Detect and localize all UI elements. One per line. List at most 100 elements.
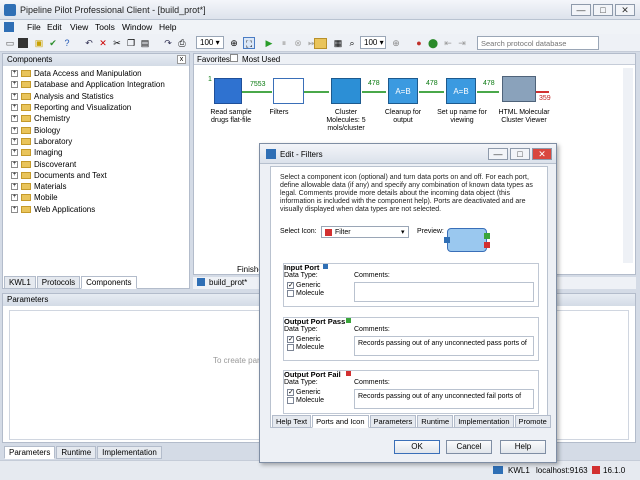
run-icon[interactable]: ▶: [263, 37, 275, 49]
tree-item[interactable]: + Imaging: [3, 147, 189, 158]
tree-item[interactable]: + Mobile: [3, 192, 189, 203]
pause-icon[interactable]: ⏸: [278, 37, 290, 49]
dialog-maximize-button[interactable]: □: [510, 148, 530, 160]
setup-name-node-icon[interactable]: A=B: [446, 78, 476, 104]
fit-icon[interactable]: ⛶: [243, 37, 255, 49]
expand-icon[interactable]: +: [11, 149, 18, 157]
tree-item[interactable]: + Laboratory: [3, 136, 189, 147]
tab-promote[interactable]: Promote: [514, 415, 551, 428]
tree-item[interactable]: + Materials: [3, 181, 189, 192]
record-icon[interactable]: ●: [413, 37, 425, 49]
ok-button[interactable]: OK: [394, 440, 440, 454]
check-icon[interactable]: ✔: [47, 37, 59, 49]
cluster-icon[interactable]: [331, 78, 361, 104]
expand-icon[interactable]: +: [11, 137, 18, 145]
file-reader-icon[interactable]: [214, 78, 242, 104]
cleanup-node-icon[interactable]: A=B: [388, 78, 418, 104]
zoom-out-icon[interactable]: ⊕: [390, 37, 402, 49]
tab-runtime[interactable]: Runtime: [56, 446, 97, 459]
zoom2-select[interactable]: 100 ▾: [360, 36, 386, 49]
zoom-select[interactable]: 100 ▾: [196, 36, 224, 49]
search-input[interactable]: [477, 36, 599, 50]
menu-file[interactable]: File: [27, 22, 41, 32]
generic-checkbox[interactable]: ✓: [287, 282, 294, 289]
molecule-checkbox[interactable]: [287, 344, 294, 351]
tree-item[interactable]: + Web Applications: [3, 204, 189, 215]
menu-window[interactable]: Window: [122, 22, 152, 32]
tab-help-text[interactable]: Help Text: [272, 415, 312, 428]
expand-icon[interactable]: +: [11, 183, 18, 191]
tree-item[interactable]: + Discoverant: [3, 158, 189, 169]
expand-icon[interactable]: +: [11, 115, 18, 123]
help-icon[interactable]: ?: [61, 37, 73, 49]
html-viewer-icon[interactable]: [502, 76, 536, 102]
tree-item[interactable]: + Data Access and Manipulation: [3, 68, 189, 79]
tab-components[interactable]: Components: [81, 276, 137, 289]
redo-icon[interactable]: ↷: [162, 37, 174, 49]
menu-view[interactable]: View: [70, 22, 88, 32]
tab-kwl1[interactable]: KWL1: [4, 276, 36, 289]
grid-icon[interactable]: ▦: [332, 37, 344, 49]
zoom-in-icon[interactable]: ⊕: [228, 37, 240, 49]
tab-parameters[interactable]: Parameters: [369, 415, 417, 428]
expand-icon[interactable]: +: [11, 205, 18, 213]
tree-item[interactable]: + Analysis and Statistics: [3, 91, 189, 102]
cancel-button[interactable]: Cancel: [446, 440, 492, 454]
expand-icon[interactable]: +: [11, 126, 18, 134]
menu-help[interactable]: Help: [159, 22, 176, 32]
delete-icon[interactable]: ✕: [97, 37, 109, 49]
close-button[interactable]: ✕: [615, 4, 635, 16]
paste-icon[interactable]: ▤: [139, 37, 151, 49]
expand-icon[interactable]: +: [11, 194, 18, 202]
expand-icon[interactable]: +: [11, 104, 18, 112]
minimize-button[interactable]: —: [571, 4, 591, 16]
binoculars-icon[interactable]: ⌕: [346, 37, 358, 49]
tree-item[interactable]: + Reporting and Visualization: [3, 102, 189, 113]
tab-parameters[interactable]: Parameters: [4, 446, 56, 459]
menu-edit[interactable]: Edit: [47, 22, 62, 32]
maximize-button[interactable]: □: [593, 4, 613, 16]
cut-icon[interactable]: ✂: [111, 37, 123, 49]
help-button[interactable]: Help: [500, 440, 546, 454]
undo-icon[interactable]: ↶: [83, 37, 95, 49]
tree-item[interactable]: + Documents and Text: [3, 170, 189, 181]
tab-runtime[interactable]: Runtime: [417, 415, 454, 428]
tab-build-prot[interactable]: build_prot*: [209, 278, 247, 287]
tree-item[interactable]: + Chemistry: [3, 113, 189, 124]
go-icon[interactable]: ⬤: [427, 37, 439, 49]
generic-checkbox[interactable]: ✓: [287, 389, 294, 396]
expand-icon[interactable]: +: [11, 171, 18, 179]
generic-checkbox[interactable]: ✓: [287, 336, 294, 343]
tree-item[interactable]: + Biology: [3, 124, 189, 135]
forward-icon[interactable]: ⇥: [456, 37, 468, 49]
molecule-checkbox[interactable]: [287, 290, 294, 297]
tab-implementation[interactable]: Implementation: [97, 446, 162, 459]
fail-comments-field[interactable]: Records passing out of any unconnected f…: [354, 389, 534, 409]
components-close-icon[interactable]: x: [177, 55, 186, 64]
canvas-scrollbar[interactable]: [623, 68, 633, 263]
back-icon[interactable]: ⇤: [442, 37, 454, 49]
molecule-checkbox[interactable]: [287, 397, 294, 404]
open-icon[interactable]: ▣: [33, 37, 45, 49]
input-comments-field[interactable]: [354, 282, 534, 302]
tab-protocols[interactable]: Protocols: [36, 276, 81, 289]
menu-app-icon[interactable]: [4, 22, 14, 32]
dialog-close-button[interactable]: ✕: [532, 148, 552, 160]
folder-icon[interactable]: [314, 38, 327, 49]
tab-implementation[interactable]: Implementation: [454, 415, 514, 428]
pass-comments-field[interactable]: Records passing out of any unconnected p…: [354, 336, 534, 356]
tab-ports-and-icon[interactable]: Ports and Icon: [312, 415, 369, 428]
expand-icon[interactable]: +: [11, 92, 18, 100]
dialog-minimize-button[interactable]: —: [488, 148, 508, 160]
filter-node-icon[interactable]: [273, 78, 304, 104]
select-icon-dropdown[interactable]: Filter ▾: [321, 226, 409, 238]
tree-item[interactable]: + Database and Application Integration: [3, 79, 189, 90]
expand-icon[interactable]: +: [11, 70, 18, 78]
save-icon[interactable]: [18, 38, 28, 48]
expand-icon[interactable]: +: [11, 160, 18, 168]
print-icon[interactable]: ⎙: [176, 37, 188, 49]
copy-icon[interactable]: ❐: [125, 37, 137, 49]
expand-icon[interactable]: +: [11, 81, 18, 89]
menu-tools[interactable]: Tools: [95, 22, 115, 32]
stop-icon[interactable]: ⊗: [292, 37, 304, 49]
